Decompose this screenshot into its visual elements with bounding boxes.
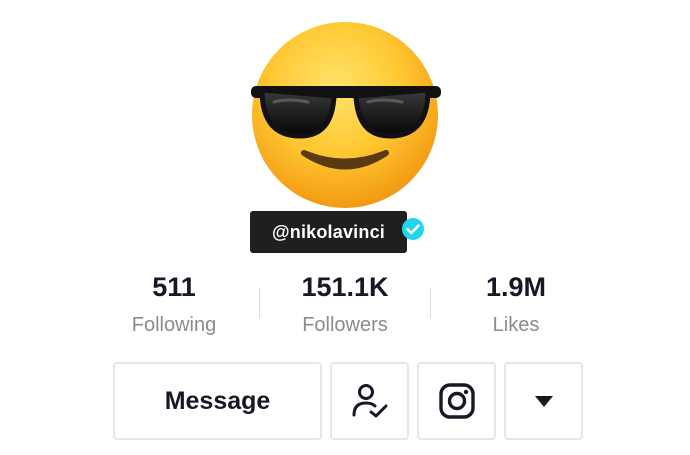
stat-following[interactable]: 511 Following	[99, 268, 249, 337]
stat-divider	[259, 288, 260, 318]
more-options-button[interactable]	[504, 362, 583, 440]
avatar[interactable]	[248, 18, 443, 213]
stat-followers[interactable]: 151.1K Followers	[270, 268, 420, 337]
verified-check-icon	[402, 218, 424, 240]
stat-likes[interactable]: 1.9M Likes	[441, 268, 591, 337]
caret-down-icon	[534, 396, 553, 407]
following-label: Following	[131, 314, 217, 336]
followers-label: Followers	[302, 314, 388, 336]
instagram-button[interactable]	[417, 362, 496, 440]
user-check-icon	[352, 384, 387, 418]
message-button[interactable]: Message	[113, 362, 322, 440]
likes-count: 1.9M	[485, 272, 547, 302]
following-status-button[interactable]	[330, 362, 409, 440]
likes-label: Likes	[492, 314, 540, 336]
stat-divider	[430, 288, 431, 318]
instagram-icon	[438, 383, 475, 419]
username-container: @nikolavinci	[250, 211, 407, 253]
followers-count: 151.1K	[301, 272, 389, 302]
profile-stats: 511 Following 151.1K Followers 1.9M Like…	[98, 268, 598, 343]
following-count: 511	[152, 272, 196, 302]
username-label[interactable]: @nikolavinci	[250, 211, 407, 253]
